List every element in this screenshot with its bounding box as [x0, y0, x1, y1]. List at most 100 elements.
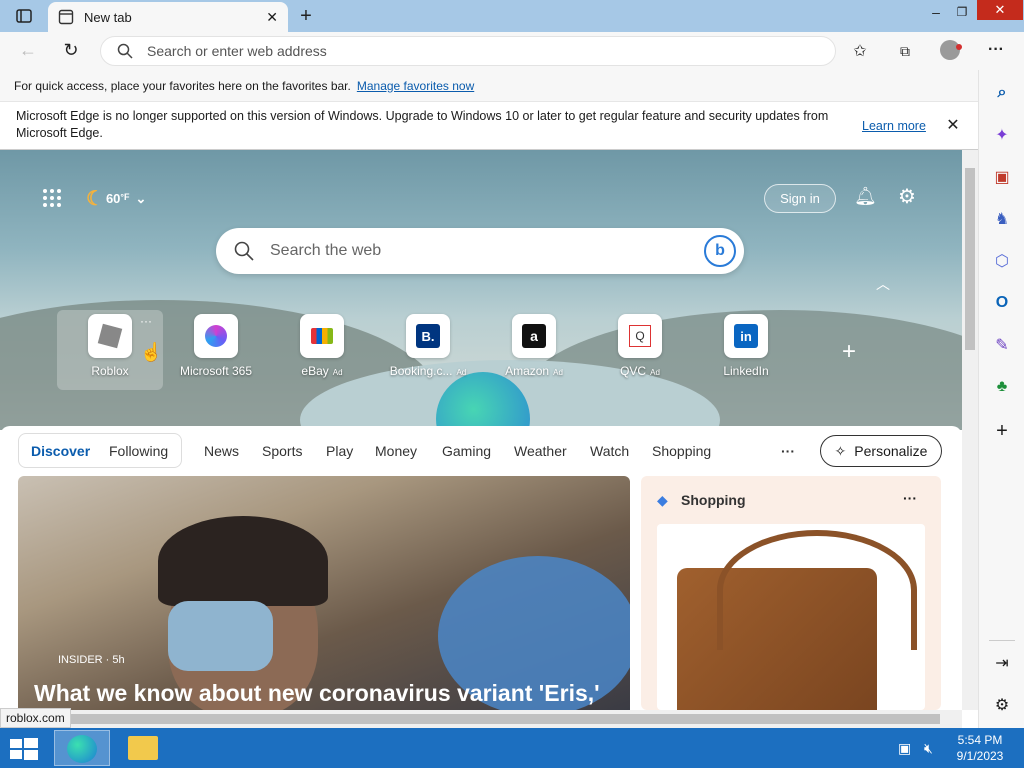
- minimize-icon[interactable]: –: [928, 4, 944, 20]
- sidebar-outlook-icon[interactable]: O: [991, 292, 1013, 314]
- new-tab-button[interactable]: +: [296, 5, 316, 27]
- nav-weather[interactable]: Weather: [514, 443, 567, 459]
- unsupported-os-infobar: Microsoft Edge is no longer supported on…: [0, 102, 978, 150]
- notifications-bell-icon[interactable]: 🔔︎: [854, 186, 877, 207]
- tab-discover[interactable]: Discover: [31, 443, 90, 459]
- taskbar-edge-button[interactable]: [54, 730, 110, 766]
- quick-link-booking[interactable]: B. Booking.c... Ad: [378, 314, 478, 392]
- close-infobar-icon[interactable]: ✕: [944, 116, 962, 134]
- tab-title: New tab: [84, 9, 132, 25]
- tab-strip: New tab ✕ + – ❐ ✕: [0, 0, 1024, 32]
- profile-alert-dot: [956, 44, 962, 50]
- ad-label: Ad: [332, 368, 343, 377]
- horizontal-scrollbar[interactable]: [0, 710, 962, 728]
- handbag-strap: [717, 530, 917, 650]
- news-headline[interactable]: What we know about new coronavirus varia…: [34, 680, 600, 707]
- file-explorer-icon[interactable]: [128, 736, 158, 760]
- sidebar-add-icon[interactable]: +: [991, 420, 1013, 442]
- quick-link-label: LinkedIn: [723, 364, 769, 378]
- roblox-icon: [88, 314, 132, 358]
- quick-link-microsoft-365[interactable]: Microsoft 365: [166, 314, 266, 392]
- bing-chat-icon[interactable]: b: [704, 235, 736, 267]
- ad-label: Ad: [456, 368, 467, 377]
- add-quick-link-icon[interactable]: +: [842, 338, 856, 366]
- close-window-button[interactable]: ✕: [977, 0, 1023, 20]
- learn-more-link[interactable]: Learn more: [862, 118, 926, 135]
- quick-link-ebay[interactable]: eBay Ad: [272, 314, 372, 392]
- system-clock[interactable]: 5:54 PM 9/1/2023: [950, 732, 1010, 764]
- mouse-cursor-icon: ☝: [140, 342, 163, 362]
- nav-watch[interactable]: Watch: [590, 443, 629, 459]
- new-tab-icon: [58, 9, 74, 25]
- nav-more-icon[interactable]: ···: [781, 443, 795, 459]
- nav-shopping[interactable]: Shopping: [652, 443, 711, 459]
- search-placeholder: Search the web: [270, 242, 382, 259]
- nav-news[interactable]: News: [204, 443, 239, 459]
- sidebar-designer-icon[interactable]: ✎: [991, 334, 1013, 356]
- weather-widget[interactable]: ☾ 60 °F ⌄: [86, 186, 146, 211]
- ebay-icon: [300, 314, 344, 358]
- quick-link-label: Microsoft 365: [179, 364, 253, 378]
- moon-icon: ☾: [86, 188, 104, 210]
- windows-taskbar: ▣ 🔇︎ 5:54 PM 9/1/2023: [0, 728, 1024, 768]
- quick-link-amazon[interactable]: a Amazon Ad: [484, 314, 584, 392]
- collections-icon[interactable]: ⧉: [895, 41, 915, 61]
- personalize-label: Personalize: [854, 443, 928, 459]
- page-settings-gear-icon[interactable]: ⚙: [898, 184, 916, 209]
- news-image-hair: [158, 516, 328, 606]
- horizontal-scroll-thumb[interactable]: [20, 714, 940, 724]
- nav-gaming[interactable]: Gaming: [442, 443, 491, 459]
- shopping-more-icon[interactable]: ···: [903, 490, 917, 506]
- start-button-icon[interactable]: [10, 738, 38, 760]
- quick-link-label: Amazon: [505, 364, 550, 378]
- tab-actions-icon[interactable]: [14, 7, 34, 25]
- apps-launcher-icon[interactable]: [42, 188, 62, 208]
- search-icon: [117, 43, 133, 59]
- favorites-icon[interactable]: ✩: [850, 41, 870, 61]
- sidebar-shopping-icon[interactable]: ▣: [991, 166, 1013, 188]
- microsoft-365-icon: [194, 314, 238, 358]
- refresh-icon[interactable]: ↻: [61, 40, 81, 60]
- tab-new-tab[interactable]: New tab ✕: [48, 2, 288, 32]
- restore-icon[interactable]: ❐: [954, 4, 970, 20]
- quick-link-linkedin[interactable]: in LinkedIn: [696, 314, 796, 392]
- network-icon[interactable]: ▣: [898, 740, 911, 757]
- back-icon[interactable]: ←: [18, 40, 38, 60]
- amazon-icon: a: [512, 314, 556, 358]
- news-card[interactable]: INSIDER · 5h What we know about new coro…: [18, 476, 630, 710]
- vertical-scroll-thumb[interactable]: [965, 168, 975, 350]
- tab-following[interactable]: Following: [109, 443, 168, 459]
- sidebar-hide-icon[interactable]: ⇥: [991, 652, 1013, 674]
- web-search-box[interactable]: Search the web b: [216, 228, 744, 274]
- nav-sports[interactable]: Sports: [262, 443, 302, 459]
- sidebar-games-icon[interactable]: ♞: [991, 208, 1013, 230]
- close-tab-icon[interactable]: ✕: [266, 9, 278, 26]
- sidebar-settings-icon[interactable]: ⚙: [991, 694, 1013, 716]
- nav-money[interactable]: Money: [375, 443, 417, 459]
- news-source: INSIDER · 5h: [58, 654, 125, 666]
- sidebar-search-icon[interactable]: ⌕: [991, 82, 1013, 104]
- sidebar-tree-icon[interactable]: ♣: [991, 376, 1013, 398]
- sign-in-button[interactable]: Sign in: [764, 184, 836, 213]
- search-icon: [234, 241, 254, 261]
- profile-avatar[interactable]: [940, 40, 960, 60]
- vertical-scrollbar[interactable]: [962, 150, 978, 710]
- tile-more-icon[interactable]: ···: [140, 314, 152, 328]
- volume-muted-icon[interactable]: 🔇︎: [924, 740, 933, 757]
- collapse-chevron-icon[interactable]: ︿: [876, 274, 890, 294]
- sidebar-m365-icon[interactable]: ⬡: [991, 250, 1013, 272]
- quick-link-label: Booking.c...: [389, 364, 453, 378]
- infobar-message: Microsoft Edge is no longer supported on…: [16, 109, 829, 140]
- nav-play[interactable]: Play: [326, 443, 353, 459]
- sidebar-copilot-icon[interactable]: ✦: [991, 124, 1013, 146]
- manage-favorites-link[interactable]: Manage favorites now: [357, 79, 474, 93]
- personalize-button[interactable]: ✧ Personalize: [820, 435, 942, 467]
- address-bar[interactable]: Search or enter web address: [100, 36, 836, 66]
- settings-more-icon[interactable]: ···: [986, 40, 1006, 60]
- linkedin-icon: in: [724, 314, 768, 358]
- product-image-frame: [657, 524, 925, 710]
- quick-link-qvc[interactable]: Q QVC Ad: [590, 314, 690, 392]
- shopping-card[interactable]: ◆ Shopping ···: [641, 476, 941, 710]
- favorites-bar-hint: For quick access, place your favorites h…: [14, 78, 351, 93]
- quick-link-label: eBay: [301, 364, 329, 378]
